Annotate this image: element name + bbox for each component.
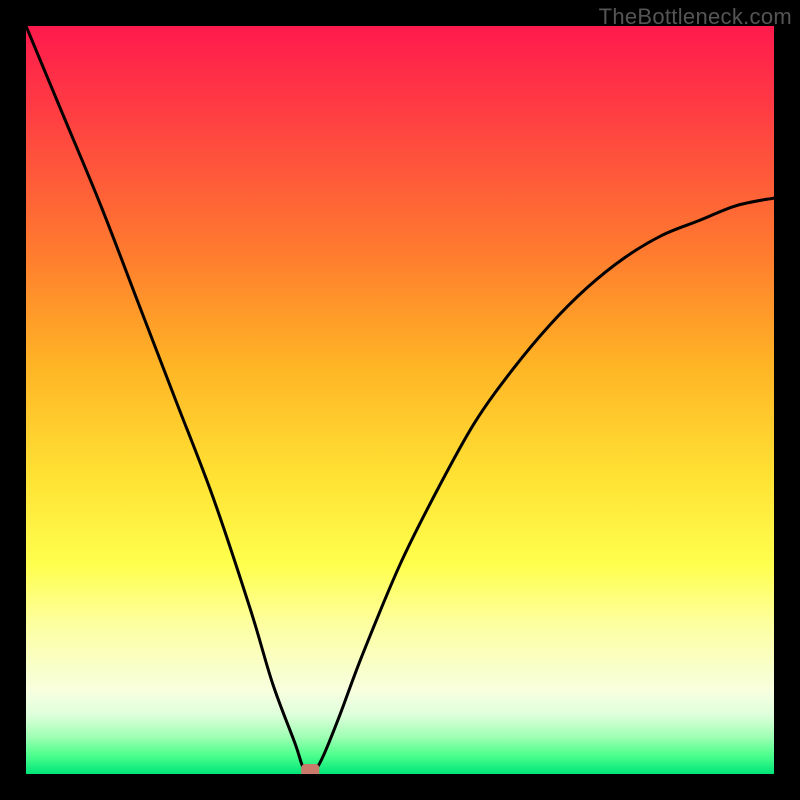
bottleneck-curve: [26, 26, 774, 774]
chart-frame: TheBottleneck.com: [0, 0, 800, 800]
plot-area: [26, 26, 774, 774]
watermark-text: TheBottleneck.com: [599, 4, 792, 30]
optimal-marker: [301, 764, 319, 774]
